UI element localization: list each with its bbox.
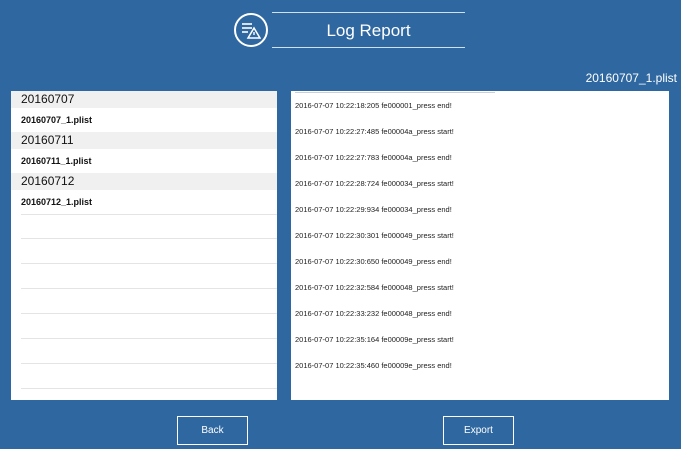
empty-row	[21, 389, 277, 400]
file-item[interactable]: 20160711_1.plist	[11, 149, 277, 173]
file-item[interactable]: 20160712_1.plist	[11, 190, 277, 214]
log-content-panel[interactable]: 2016-07-07 10:22:18:205 fe000001_press e…	[291, 91, 669, 400]
log-line: 2016-07-07 10:22:18:205 fe000001_press e…	[295, 101, 452, 110]
log-line: 2016-07-07 10:22:32:584 fe000048_press s…	[295, 283, 454, 292]
log-line: 2016-07-07 10:22:33:232 fe000048_press e…	[295, 309, 452, 318]
empty-row	[21, 264, 277, 289]
group-header: 20160712	[11, 173, 277, 190]
title-divider-bottom	[272, 47, 465, 48]
group-header: 20160711	[11, 132, 277, 149]
empty-row	[21, 214, 277, 239]
log-line: 2016-07-07 10:22:27:485 fe00004a_press s…	[295, 127, 454, 136]
empty-row	[21, 364, 277, 389]
empty-row	[21, 314, 277, 339]
empty-row	[21, 289, 277, 314]
current-file-label: 20160707_1.plist	[585, 71, 677, 85]
page-title: Log Report	[326, 21, 411, 40]
log-line: 2016-07-07 10:22:29:934 fe000034_press e…	[295, 205, 452, 214]
file-list-panel[interactable]: 20160707 20160707_1.plist 20160711 20160…	[11, 91, 277, 400]
log-list-warning-icon	[234, 13, 268, 47]
export-button[interactable]: Export	[443, 416, 514, 445]
empty-row	[21, 239, 277, 264]
log-line: 2016-07-07 10:22:27:783 fe00004a_press e…	[295, 153, 452, 162]
log-line: 2016-07-07 10:22:30:650 fe000049_press e…	[295, 257, 452, 266]
back-button[interactable]: Back	[177, 416, 248, 445]
log-line: 2016-07-07 10:22:30:301 fe000049_press s…	[295, 231, 454, 240]
log-line: 2016-07-07 10:22:35:164 fe00009e_press s…	[295, 335, 454, 344]
group-header: 20160707	[11, 91, 277, 108]
file-item[interactable]: 20160707_1.plist	[11, 108, 277, 132]
header: Log Report	[0, 0, 681, 64]
empty-row	[21, 339, 277, 364]
title-divider-top	[272, 12, 465, 13]
log-line: 2016-07-07 10:22:35:460 fe00009e_press e…	[295, 361, 452, 370]
log-line: 2016-07-07 10:22:28:724 fe000034_press s…	[295, 179, 454, 188]
